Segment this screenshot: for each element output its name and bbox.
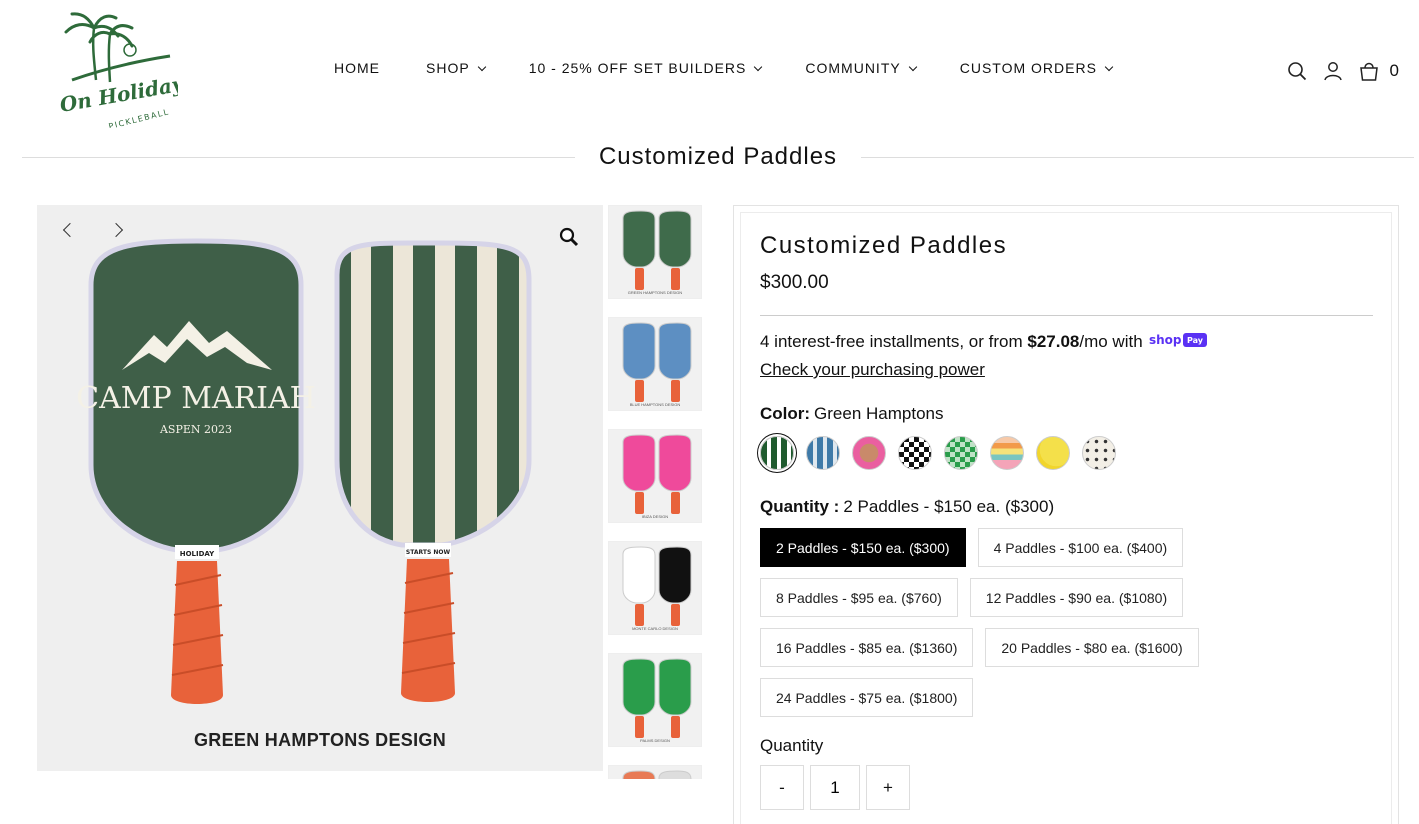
product-price: $300.00	[760, 272, 829, 293]
nav-home[interactable]: HOME	[334, 60, 380, 76]
shoppay-logo-icon: shop Pay	[1149, 329, 1209, 356]
thumbnail-2[interactable]: IBIZA DESIGN	[608, 429, 702, 523]
swatch-rainbow[interactable]	[990, 436, 1024, 470]
color-swatches	[760, 436, 1116, 470]
thumbnail-4[interactable]: PALMS DESIGN	[608, 653, 702, 747]
swatch-pink[interactable]	[852, 436, 886, 470]
option-20-paddles[interactable]: 20 Paddles - $80 ea. ($1600)	[985, 628, 1199, 667]
quantity-value: 2 Paddles - $150 ea. ($300)	[843, 497, 1055, 516]
thumbnail-5[interactable]	[608, 765, 702, 779]
divider	[861, 156, 1414, 158]
option-12-paddles[interactable]: 12 Paddles - $90 ea. ($1080)	[969, 578, 1184, 617]
divider	[22, 156, 575, 158]
svg-text:CAMP MARIAH: CAMP MARIAH	[76, 381, 316, 416]
thumbnail-caption: PALMS DESIGN	[640, 738, 670, 743]
nav-label: SHOP	[426, 60, 470, 76]
account-icon[interactable]	[1322, 60, 1344, 82]
svg-text:Pay: Pay	[1187, 336, 1204, 345]
chevron-down-icon	[477, 62, 486, 71]
zoom-icon[interactable]	[558, 226, 580, 248]
color-value: Green Hamptons	[814, 404, 944, 423]
brand-logo[interactable]: On Holiday PICKLEBALL	[58, 10, 186, 131]
color-selection: Color: Green Hamptons	[760, 404, 944, 424]
product-title: Customized Paddles	[760, 232, 1008, 259]
chevron-down-icon	[908, 62, 917, 71]
option-16-paddles[interactable]: 16 Paddles - $85 ea. ($1360)	[760, 628, 974, 667]
cart-count[interactable]: 0	[1390, 61, 1399, 81]
qty-plus-button[interactable]: +	[866, 765, 910, 810]
nav-label: CUSTOM ORDERS	[959, 60, 1097, 76]
product-main-image[interactable]: CAMP MARIAH ASPEN 2023 HOLIDAY STARTS NO…	[37, 205, 603, 771]
swatch-blue-stripe[interactable]	[806, 436, 840, 470]
thumbnail-image	[622, 210, 692, 290]
thumbnail-caption: BLUE HAMPTONS DESIGN	[629, 402, 681, 407]
nav-set-builders[interactable]: 10 - 25% OFF SET BUILDERS	[528, 60, 763, 76]
svg-text:STARTS NOW: STARTS NOW	[406, 549, 451, 556]
quantity-selection: Quantity :2 Paddles - $150 ea. ($300)	[760, 497, 1054, 517]
thumbnail-image	[622, 434, 692, 514]
swatch-yellow-ball[interactable]	[1036, 436, 1070, 470]
svg-text:shop: shop	[1149, 333, 1182, 347]
page-title-row: Customized Paddles	[22, 142, 1414, 172]
qty-heading: Quantity	[760, 736, 824, 755]
option-4-paddles[interactable]: 4 Paddles - $100 ea. ($400)	[977, 528, 1184, 567]
option-2-paddles[interactable]: 2 Paddles - $150 ea. ($300)	[760, 528, 966, 567]
nav-community[interactable]: COMMUNITY	[805, 60, 917, 76]
thumbnail-caption: GREEN HAMPTONS DESIGN	[627, 290, 683, 295]
swatch-green-check[interactable]	[944, 436, 978, 470]
shoppay-installments: 4 interest-free installments, or from $2…	[760, 328, 1209, 383]
nav-shop[interactable]: SHOP	[426, 60, 486, 76]
nav-label: 10 - 25% OFF SET BUILDERS	[528, 60, 747, 76]
color-label: Color:	[760, 404, 811, 423]
cart-icon[interactable]	[1358, 60, 1380, 82]
image-caption: GREEN HAMPTONS DESIGN	[194, 730, 446, 750]
svg-text:ASPEN 2023: ASPEN 2023	[159, 423, 232, 436]
swatch-green-stripe[interactable]	[760, 436, 794, 470]
svg-text:PICKLEBALL: PICKLEBALL	[108, 107, 171, 128]
thumbnail-strip: GREEN HAMPTONS DESIGN BLUE HAMPTONS DESIG…	[608, 205, 702, 779]
header-icons: 0	[1286, 60, 1399, 82]
paddle-quantity-options: 2 Paddles - $150 ea. ($300) 4 Paddles - …	[760, 528, 1380, 728]
swatch-black-check[interactable]	[898, 436, 932, 470]
thumbnail-3[interactable]: MONTE CARLO DESIGN	[608, 541, 702, 635]
nav-custom-orders[interactable]: CUSTOM ORDERS	[959, 60, 1114, 76]
thumbnail-1[interactable]: BLUE HAMPTONS DESIGN	[608, 317, 702, 411]
thumbnail-caption: MONTE CARLO DESIGN	[632, 626, 678, 631]
thumbnail-image	[622, 770, 692, 779]
thumbnail-image	[622, 322, 692, 402]
shoppay-text: 4 interest-free installments, or from	[760, 332, 1028, 351]
qty-input[interactable]	[810, 765, 860, 810]
page-title: Customized Paddles	[598, 143, 838, 170]
svg-text:HOLIDAY: HOLIDAY	[180, 550, 215, 558]
qty-minus-button[interactable]: -	[760, 765, 804, 810]
swatch-cream-pattern[interactable]	[1082, 436, 1116, 470]
thumbnail-image	[622, 546, 692, 626]
chevron-down-icon	[1104, 62, 1114, 71]
thumbnail-caption: IBIZA DESIGN	[641, 514, 669, 519]
quantity-label: Quantity :	[760, 497, 840, 516]
shoppay-amount: $27.08	[1027, 332, 1080, 351]
nav-label: HOME	[334, 60, 380, 76]
chevron-down-icon	[754, 62, 763, 71]
shoppay-text-suffix: /mo with	[1079, 332, 1148, 351]
thumbnail-0[interactable]: GREEN HAMPTONS DESIGN	[608, 205, 702, 299]
option-24-paddles[interactable]: 24 Paddles - $75 ea. ($1800)	[760, 678, 974, 717]
option-8-paddles[interactable]: 8 Paddles - $95 ea. ($760)	[760, 578, 958, 617]
thumbnail-image	[622, 658, 692, 738]
quantity-stepper: - +	[760, 765, 910, 810]
main-nav: HOME SHOP 10 - 25% OFF SET BUILDERS COMM…	[334, 60, 1114, 76]
search-icon[interactable]	[1286, 60, 1308, 82]
divider	[760, 315, 1373, 316]
purchasing-power-link[interactable]: Check your purchasing power	[760, 356, 1209, 383]
nav-label: COMMUNITY	[805, 60, 901, 76]
